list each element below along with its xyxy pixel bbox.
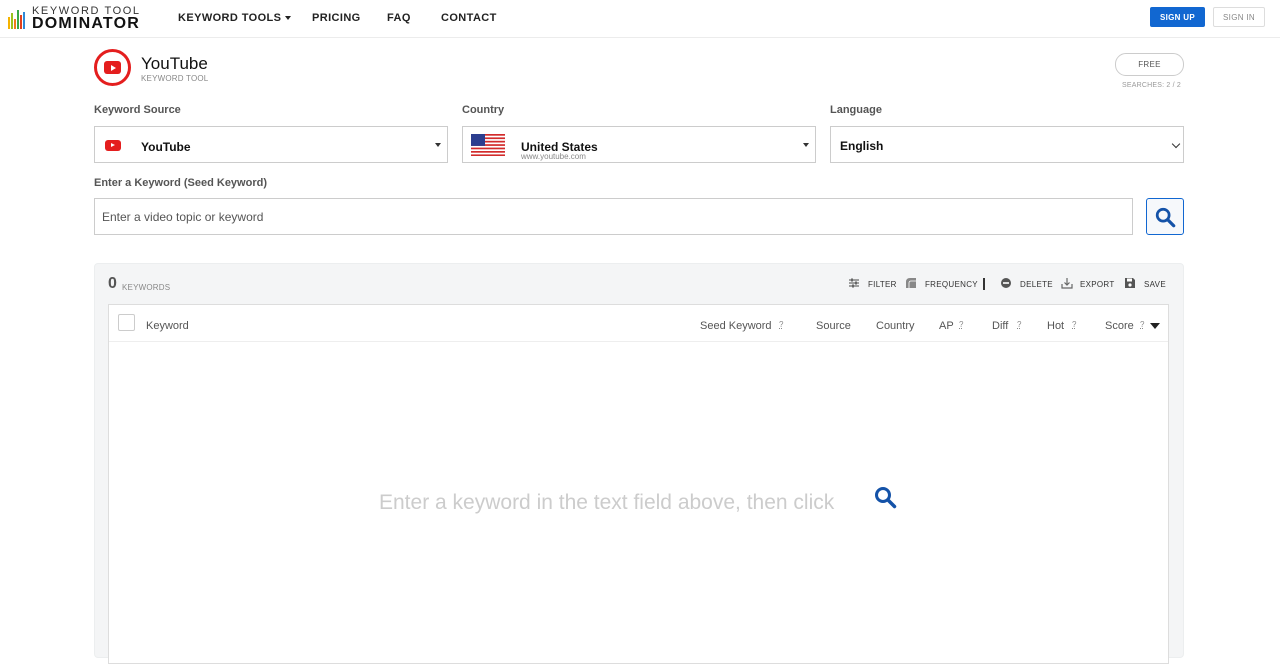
- delete-label: DELETE: [1020, 280, 1053, 289]
- keyword-source-select[interactable]: YouTube: [94, 126, 448, 163]
- nav-contact[interactable]: CONTACT: [441, 12, 497, 24]
- search-button[interactable]: [1146, 198, 1184, 235]
- table-header: Keyword Seed Keyword ? Source Country AP…: [109, 305, 1168, 342]
- keyword-source-label: Keyword Source: [94, 104, 181, 116]
- keyword-count-label: KEYWORDS: [122, 283, 171, 292]
- search-icon: [875, 487, 897, 509]
- page-subtitle: KEYWORD TOOL: [141, 74, 209, 83]
- delete-icon: [1001, 278, 1011, 288]
- filter-icon: [849, 278, 859, 288]
- column-diff[interactable]: Diff: [992, 320, 1008, 332]
- country-label: Country: [462, 104, 505, 116]
- help-hot-icon[interactable]: ?: [1072, 320, 1076, 329]
- language-value: English: [840, 139, 884, 153]
- export-button[interactable]: EXPORT: [1061, 277, 1114, 291]
- page-title: YouTube: [141, 54, 208, 73]
- country-domain: www.youtube.com: [521, 152, 586, 161]
- export-icon: [1061, 278, 1073, 289]
- searches-remaining: SEARCHES: 2 / 2: [1122, 82, 1182, 89]
- toolbar-divider: [983, 278, 985, 290]
- top-navigation: KEYWORD TOOL DOMINATOR KEYWORD TOOLS PRI…: [0, 0, 1280, 38]
- search-icon: [1155, 207, 1176, 228]
- keyword-source-value: YouTube: [141, 140, 191, 154]
- keyword-input[interactable]: [94, 198, 1133, 235]
- column-score[interactable]: Score: [1105, 320, 1134, 332]
- site-logo[interactable]: KEYWORD TOOL DOMINATOR: [8, 5, 148, 33]
- select-all-checkbox[interactable]: [118, 314, 135, 331]
- youtube-icon: [105, 140, 121, 151]
- help-ap-icon[interactable]: ?: [959, 320, 963, 329]
- logo-bars-icon: [8, 10, 25, 29]
- frequency-icon: [906, 278, 916, 288]
- help-seed-keyword-icon[interactable]: ?: [779, 320, 783, 329]
- column-ap[interactable]: AP: [939, 320, 954, 332]
- nav-keyword-tools[interactable]: KEYWORD TOOLS: [178, 12, 292, 24]
- export-label: EXPORT: [1080, 280, 1115, 289]
- empty-state-message: Enter a keyword in the text field above,…: [379, 491, 835, 514]
- filter-label: FILTER: [868, 280, 897, 289]
- us-flag-icon: [471, 134, 505, 156]
- column-hot[interactable]: Hot: [1047, 320, 1064, 332]
- delete-button[interactable]: DELETE: [1000, 277, 1053, 291]
- nav-pricing[interactable]: PRICING: [312, 12, 361, 24]
- logo-text-bottom: DOMINATOR: [32, 15, 140, 32]
- save-icon: [1125, 278, 1135, 288]
- help-score-icon[interactable]: ?: [1140, 320, 1144, 329]
- language-label: Language: [830, 104, 882, 116]
- filter-button[interactable]: FILTER: [848, 277, 897, 291]
- caret-down-icon: [285, 16, 292, 21]
- save-label: SAVE: [1144, 280, 1166, 289]
- youtube-icon: [94, 49, 131, 86]
- keyword-count: 0: [108, 275, 117, 292]
- plan-badge[interactable]: FREE: [1115, 53, 1184, 76]
- keywords-table: Keyword Seed Keyword ? Source Country AP…: [108, 304, 1169, 664]
- chevron-down-icon: [1171, 139, 1181, 149]
- nav-faq[interactable]: FAQ: [387, 12, 411, 24]
- sign-in-button[interactable]: SIGN IN: [1213, 7, 1265, 27]
- sort-desc-icon[interactable]: [1150, 323, 1160, 329]
- frequency-button[interactable]: FREQUENCY: [905, 277, 978, 291]
- column-country[interactable]: Country: [876, 320, 915, 332]
- country-select[interactable]: United States www.youtube.com: [462, 126, 816, 163]
- column-source[interactable]: Source: [816, 320, 851, 332]
- column-keyword[interactable]: Keyword: [146, 320, 189, 332]
- nav-keyword-tools-label: KEYWORD TOOLS: [178, 12, 282, 24]
- caret-down-icon: [435, 143, 441, 147]
- save-button[interactable]: SAVE: [1124, 277, 1166, 291]
- language-select[interactable]: English: [830, 126, 1184, 163]
- column-seed-keyword[interactable]: Seed Keyword: [700, 320, 772, 332]
- help-diff-icon[interactable]: ?: [1017, 320, 1021, 329]
- caret-down-icon: [803, 143, 809, 147]
- frequency-label: FREQUENCY: [925, 280, 978, 289]
- sign-up-button[interactable]: SIGN UP: [1150, 7, 1205, 27]
- keyword-input-label: Enter a Keyword (Seed Keyword): [94, 177, 267, 189]
